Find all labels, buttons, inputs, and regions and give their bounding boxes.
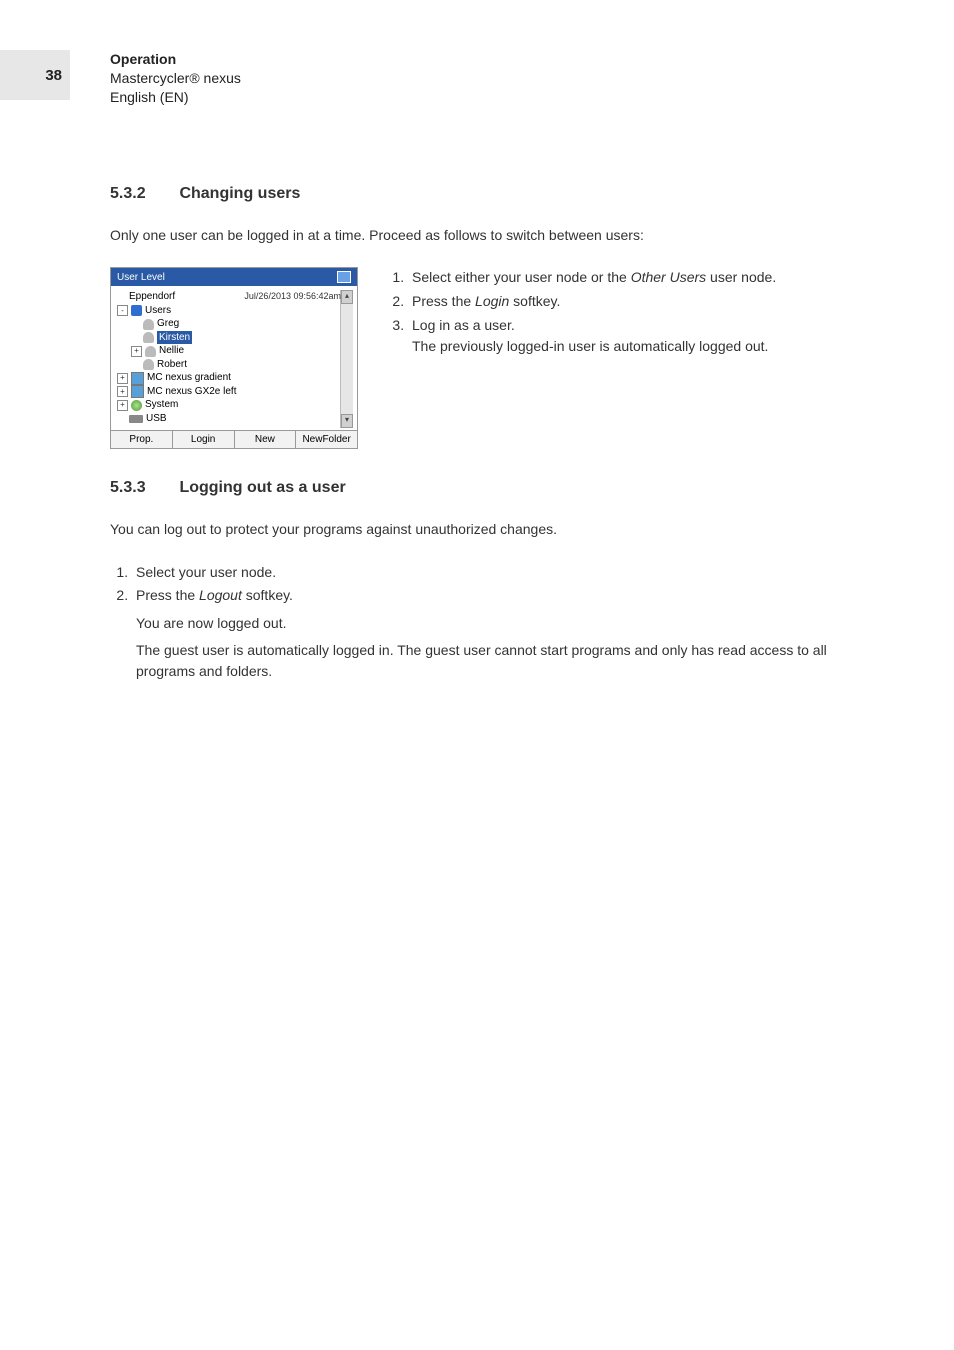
- tree-cycler[interactable]: +MC nexus gradient: [117, 371, 340, 385]
- device-screenshot: User Level Jul/26/2013 09:56:42am Eppend…: [110, 267, 358, 449]
- scrollbar[interactable]: ▴ ▾: [340, 290, 353, 428]
- expand-icon[interactable]: +: [117, 373, 128, 384]
- header-lang: English (EN): [110, 88, 241, 107]
- steps-list: Select either your user node or the Othe…: [386, 267, 870, 358]
- running-header: Operation Mastercycler® nexus English (E…: [110, 50, 241, 107]
- softkey-prop[interactable]: Prop.: [111, 431, 173, 448]
- user-icon: [143, 359, 154, 370]
- step-item: Log in as a user. The previously logged-…: [408, 315, 870, 358]
- spacer-icon: [117, 293, 126, 302]
- step-item: Select either your user node or the Othe…: [408, 267, 870, 289]
- tree-system[interactable]: +System: [117, 398, 340, 412]
- section-title: Changing users: [179, 185, 300, 202]
- tree-usb[interactable]: USB: [117, 412, 340, 426]
- tree-user-selected[interactable]: Kirsten: [131, 331, 354, 345]
- section-intro: You can log out to protect your programs…: [110, 519, 870, 539]
- step-item: Press the Logout softkey.: [132, 585, 870, 607]
- user-icon: [143, 332, 154, 343]
- collapse-icon[interactable]: -: [117, 305, 128, 316]
- expand-icon[interactable]: +: [117, 400, 128, 411]
- window-icon: [337, 271, 351, 283]
- steps-list: Select your user node. Press the Logout …: [110, 562, 870, 607]
- section-heading: 5.3.3 Logging out as a user: [110, 479, 870, 497]
- page-number-tab: 38: [0, 50, 70, 100]
- device-titlebar: User Level: [111, 268, 357, 286]
- tree-user[interactable]: +Nellie: [131, 344, 354, 358]
- expand-icon[interactable]: +: [117, 386, 128, 397]
- softkey-bar: Prop. Login New NewFolder: [111, 430, 357, 448]
- tree-user[interactable]: Greg: [131, 317, 354, 331]
- step-follow: The previously logged-in user is automat…: [412, 336, 870, 358]
- result-text: The guest user is automatically logged i…: [136, 640, 870, 682]
- tree-users-node[interactable]: - Users: [117, 304, 340, 318]
- result-text: You are now logged out.: [136, 613, 870, 634]
- cycler-icon: [131, 372, 144, 385]
- section-number: 5.3.2: [110, 185, 175, 203]
- section-heading: 5.3.2 Changing users: [110, 185, 870, 203]
- user-icon: [145, 346, 156, 357]
- device-title-text: User Level: [117, 272, 165, 283]
- section-title: Logging out as a user: [179, 479, 345, 496]
- softkey-login[interactable]: Login: [173, 431, 235, 448]
- users-icon: [131, 305, 142, 316]
- step-item: Press the Login softkey.: [408, 291, 870, 313]
- system-icon: [131, 400, 142, 411]
- header-product: Mastercycler® nexus: [110, 69, 241, 88]
- device-timestamp: Jul/26/2013 09:56:42am: [244, 290, 341, 302]
- tree-cycler[interactable]: +MC nexus GX2e left: [117, 385, 340, 399]
- page-number: 38: [45, 67, 62, 84]
- usb-icon: [129, 415, 143, 423]
- tree-user[interactable]: Robert: [131, 358, 354, 372]
- softkey-new[interactable]: New: [235, 431, 297, 448]
- expand-icon[interactable]: +: [131, 346, 142, 357]
- section-intro: Only one user can be logged in at a time…: [110, 225, 870, 245]
- tree-view[interactable]: Jul/26/2013 09:56:42am Eppendorf - Users: [115, 290, 340, 428]
- header-title: Operation: [110, 50, 241, 69]
- softkey-newfolder[interactable]: NewFolder: [296, 431, 357, 448]
- user-icon: [143, 319, 154, 330]
- scroll-down-icon[interactable]: ▾: [341, 414, 353, 428]
- section-number: 5.3.3: [110, 479, 175, 497]
- cycler-icon: [131, 385, 144, 398]
- scroll-up-icon[interactable]: ▴: [341, 290, 353, 304]
- step-item: Select your user node.: [132, 562, 870, 584]
